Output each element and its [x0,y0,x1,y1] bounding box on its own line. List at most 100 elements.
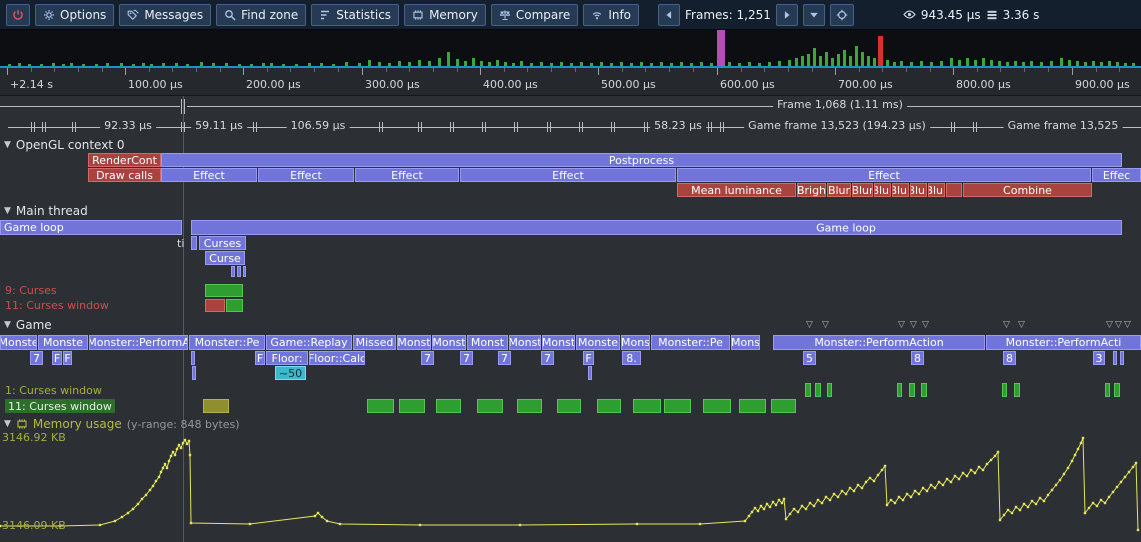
lock-bar[interactable] [703,399,731,413]
frame-bar-green[interactable] [540,62,543,66]
frame-bar-green[interactable] [1022,62,1025,66]
frame-bar-green[interactable] [1092,61,1095,66]
frame-bar-green[interactable] [788,60,791,66]
frame-bar-green[interactable] [982,58,985,66]
message-marker-icon[interactable]: ▽ [822,321,829,330]
frame-bar-green[interactable] [1060,58,1063,66]
zone[interactable]: Floor::Calc [309,351,365,365]
zone[interactable]: Brigh [797,183,826,197]
lock-bar[interactable] [557,399,581,413]
frame-bar-green[interactable] [270,63,273,66]
frame-bar-green[interactable] [282,64,285,66]
lock-bar[interactable] [909,383,915,397]
frame-bar-green[interactable] [40,64,43,66]
frame-bar-green[interactable] [120,63,123,66]
frame-bar-green[interactable] [998,61,1001,66]
zone[interactable]: F [52,351,62,365]
zone[interactable]: 8. [622,351,641,365]
frame-bar-green[interactable] [472,58,475,66]
frame-bar-green[interactable] [610,63,613,66]
zone[interactable]: Curse [205,251,245,265]
zone[interactable]: 3 [1093,351,1105,365]
message-marker-icon[interactable]: ▽ [1115,321,1122,330]
frame-bar-green[interactable] [807,54,810,66]
frame-bar-green[interactable] [212,63,215,66]
frame-bar-green[interactable] [456,59,459,66]
zone[interactable]: Monster::Pe [189,335,265,350]
zone[interactable]: Monste [0,335,37,350]
frame-bar-green[interactable] [819,56,822,66]
frame-bar-green[interactable] [480,61,483,66]
lock-bar[interactable] [436,399,461,413]
zone[interactable]: Game loop [0,220,182,235]
game-frame-label[interactable]: 92.33 µs [100,119,156,132]
lock-bar[interactable] [517,399,542,413]
zone[interactable]: Effect [161,168,257,182]
frame-bar-green[interactable] [843,50,846,66]
zone[interactable]: Monster::PerformActi [986,335,1141,350]
zone[interactable]: Blur [910,183,927,197]
zone[interactable] [191,236,197,250]
lock-label[interactable]: 11: Curses window [5,299,109,312]
zone[interactable]: Effect [677,168,1091,182]
frame-bar-green[interactable] [849,56,852,66]
frame-bar-green[interactable] [861,52,864,66]
zone[interactable]: Monst [397,335,431,350]
zone[interactable]: Monste [576,335,620,350]
frame-bar-green[interactable] [1108,61,1111,66]
frame-bar-green[interactable] [758,63,761,66]
zone[interactable]: Blur [892,183,909,197]
zone[interactable]: Monster::PerformA [89,335,188,350]
frame-bar-green[interactable] [958,60,961,66]
frame-bar-green[interactable] [1100,62,1103,66]
lock-bar[interactable] [203,399,229,413]
frame-bar-green[interactable] [831,58,834,66]
frame-bar-green[interactable] [488,62,491,66]
zone[interactable]: Missed [353,335,396,350]
lock-bar[interactable] [399,399,425,413]
frame-bar-green[interactable] [1014,61,1017,66]
lock-bar[interactable] [1002,383,1007,397]
game-frames-band[interactable]: 92.33 µs59.11 µs106.59 µs58.23 µsGame fr… [0,118,1141,137]
frame-bar-magenta[interactable] [717,29,725,66]
statistics-button[interactable]: Statistics [311,4,399,26]
frame-bar-green[interactable] [1076,61,1079,66]
frame-bar-green[interactable] [175,63,178,66]
frame-bar-green[interactable] [378,62,381,66]
zone[interactable] [231,266,235,277]
frame-bar-green[interactable] [910,62,913,66]
frame-bar-green[interactable] [447,52,450,66]
message-marker-icon[interactable]: ▽ [910,321,917,330]
message-marker-icon[interactable]: ▽ [1003,321,1010,330]
frame-bar-green[interactable] [748,62,751,66]
frame-bar-green[interactable] [496,60,499,66]
frame-bar-green[interactable] [52,63,55,66]
frame-bar-green[interactable] [974,60,977,66]
frame-bar-green[interactable] [768,62,771,66]
frame-bar-green[interactable] [8,64,11,66]
frame-bar-green[interactable] [262,63,265,66]
frame-bar-green[interactable] [940,61,943,66]
frame-bar-green[interactable] [504,62,507,66]
zone[interactable]: Blur [852,183,873,197]
frame-bar-green[interactable] [1030,61,1033,66]
zone[interactable]: Monste [38,335,88,350]
main-thread-header[interactable]: ▼Main thread [0,204,1141,218]
frame-bar-green[interactable] [560,62,563,66]
zone[interactable] [243,266,246,277]
frame-bar-green[interactable] [950,58,953,66]
frame-bar-green[interactable] [738,63,741,66]
zone[interactable] [946,183,962,197]
zone[interactable]: Effect [258,168,354,182]
options-button[interactable]: Options [35,4,114,26]
info-button[interactable]: Info [583,4,639,26]
frame-bar-green[interactable] [690,63,693,66]
frame-bar-green[interactable] [512,63,515,66]
frame-bar-green[interactable] [162,63,165,66]
prev-frame-button[interactable] [658,4,680,26]
frame-bar-green[interactable] [368,60,371,66]
frame-label[interactable]: Frame 1,068 (1.11 ms) [773,98,907,111]
zone[interactable]: 7 [460,351,473,365]
lock-label[interactable]: 1: Curses window [5,383,102,397]
message-marker-icon[interactable]: ▽ [922,321,929,330]
